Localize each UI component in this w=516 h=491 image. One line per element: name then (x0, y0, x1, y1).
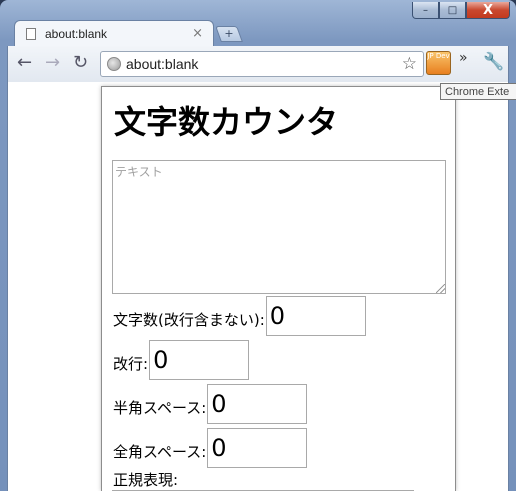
minimize-icon: – (423, 4, 428, 16)
halfwidth-space-field[interactable] (207, 384, 308, 424)
tab-close-icon[interactable]: × (192, 26, 203, 41)
browser-window: – □ X about:blank × + ← → ↻ ☆ JP Dev » 🔧… (0, 0, 516, 491)
popup-title: 文字数カウンタ (114, 103, 339, 141)
window-caption-buttons: – □ X (412, 2, 510, 19)
fullwidth-space-label: 全角スペース: (113, 443, 207, 461)
newline-count-label: 改行: (113, 355, 149, 373)
url-input[interactable] (126, 56, 386, 72)
char-count-row: 文字数(改行含まない): (113, 296, 366, 336)
maximize-button[interactable]: □ (439, 2, 466, 19)
halfwidth-space-row: 半角スペース: (113, 384, 308, 424)
extension-icon[interactable]: JP Dev (426, 51, 451, 75)
regex-label: 正規表現: (113, 471, 179, 489)
chevron-more-icon[interactable]: » (459, 50, 468, 66)
extension-popup: 文字数カウンタ 文字数(改行含まない): 改行: 半角スペース: 全角スペース:… (101, 86, 456, 491)
page-icon (26, 28, 36, 40)
text-input[interactable] (112, 160, 446, 294)
back-arrow-icon[interactable]: ← (17, 52, 32, 73)
wrench-icon[interactable]: 🔧 (483, 52, 504, 72)
forward-arrow-icon[interactable]: → (45, 52, 60, 73)
tab-about-blank[interactable]: about:blank × (14, 20, 214, 47)
char-count-label: 文字数(改行含まない): (113, 311, 265, 329)
extension-label: JP Dev (427, 52, 450, 60)
newline-count-field[interactable] (149, 340, 250, 380)
globe-icon (107, 57, 121, 71)
reload-icon[interactable]: ↻ (73, 52, 88, 73)
char-count-field[interactable] (265, 296, 366, 336)
fullwidth-space-row: 全角スペース: (113, 428, 308, 468)
halfwidth-space-label: 半角スペース: (113, 399, 207, 417)
fullwidth-space-field[interactable] (207, 428, 308, 468)
bookmark-star-icon[interactable]: ☆ (402, 54, 417, 74)
minimize-button[interactable]: – (412, 2, 439, 19)
newline-count-row: 改行: (113, 340, 250, 380)
resize-handle[interactable] (436, 284, 445, 293)
toolbar: ← → ↻ ☆ JP Dev » 🔧 (7, 46, 509, 82)
close-icon: X (482, 2, 494, 18)
maximize-icon: □ (447, 4, 458, 16)
extension-tooltip: Chrome Exte (440, 83, 516, 100)
address-bar[interactable]: ☆ (100, 51, 424, 77)
new-tab-button[interactable]: + (215, 26, 243, 42)
tab-title: about:blank (45, 27, 108, 41)
plus-icon: + (224, 27, 234, 40)
close-window-button[interactable]: X (466, 2, 510, 19)
